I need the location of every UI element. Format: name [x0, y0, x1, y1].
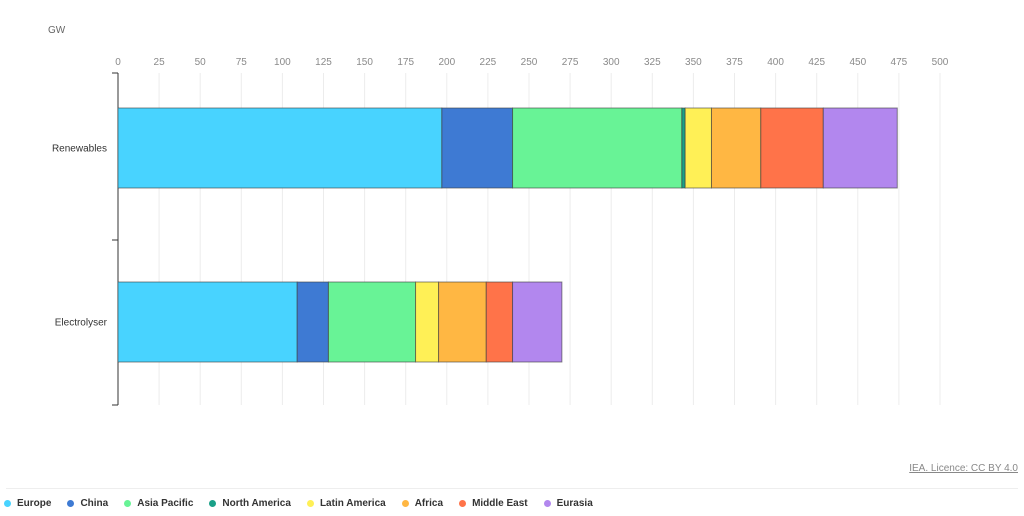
x-tick-label: 150 [356, 57, 373, 68]
legend-item-latin-america[interactable]: Latin America [306, 498, 386, 509]
bar-segment-africa [438, 281, 487, 363]
legend-item-asia-pacific[interactable]: Asia Pacific [124, 498, 193, 509]
legend-label: Europe [17, 498, 52, 509]
legend-label: Africa [414, 498, 444, 509]
licence-link[interactable]: IEA. Licence: CC BY 4.0 [909, 463, 1018, 474]
bar-segment-middle-east [760, 107, 824, 189]
bar-segment-latin-america [684, 107, 712, 189]
x-tick-label: 225 [480, 57, 497, 68]
legend-label: Middle East [472, 498, 528, 509]
legend-dot-icon [459, 500, 467, 507]
unit-label: GW [48, 25, 66, 36]
bar-segment-europe [117, 107, 443, 189]
category-label: Renewables [52, 144, 107, 155]
legend-item-china[interactable]: China [67, 498, 108, 509]
x-tick-label: 75 [236, 57, 248, 68]
bar-segment-middle-east [485, 281, 514, 363]
bar-segment-eurasia [822, 107, 898, 189]
x-tick-label: 500 [932, 57, 949, 68]
x-tick-label: 0 [115, 57, 121, 68]
x-tick-label: 25 [154, 57, 166, 68]
legend-dot-icon [124, 500, 132, 507]
legend-divider [6, 488, 1018, 489]
x-tick-label: 175 [397, 57, 414, 68]
legend-item-north-america[interactable]: North America [209, 498, 291, 509]
legend-label: Asia Pacific [137, 498, 194, 509]
x-tick-label: 200 [438, 57, 455, 68]
legend-item-europe[interactable]: Europe [4, 498, 51, 509]
legend-label: North America [222, 498, 291, 509]
x-tick-label: 375 [726, 57, 743, 68]
x-tick-label: 125 [315, 57, 332, 68]
legend-item-middle-east[interactable]: Middle East [459, 498, 528, 509]
bar-segment-latin-america [415, 281, 440, 363]
legend-label: Latin America [319, 498, 386, 509]
bar-segment-china [441, 107, 514, 189]
chart-plot: GW 0 25 50 75 100 125 150 175 200 225 250 275 300 325 3… [48, 25, 949, 406]
bar-segment-eurasia [512, 281, 563, 363]
bar-segment-china [296, 281, 329, 363]
x-tick-label: 350 [685, 57, 702, 68]
legend: Europe China Asia Pacific North America Lati… [4, 498, 609, 509]
x-tick-label: 475 [891, 57, 908, 68]
legend-item-africa[interactable]: Africa [401, 498, 444, 509]
bar-segment-europe [117, 281, 298, 363]
legend-dot-icon [543, 500, 551, 507]
bar-segment-africa [710, 107, 762, 189]
category-label: Electrolyser [55, 318, 108, 329]
legend-item-eurasia[interactable]: Eurasia [543, 498, 593, 509]
x-tick-label: 250 [521, 57, 538, 68]
legend-label: Eurasia [556, 498, 593, 509]
legend-dot-icon [306, 500, 314, 507]
bar-segment-asia-pacific [512, 107, 683, 189]
legend-dot-icon [209, 500, 217, 507]
x-tick-label: 325 [644, 57, 661, 68]
x-tick-label: 425 [808, 57, 825, 68]
x-tick-label: 400 [767, 57, 784, 68]
x-tick-label: 450 [849, 57, 866, 68]
legend-dot-icon [67, 500, 75, 507]
legend-label: China [80, 498, 109, 509]
legend-dot-icon [4, 500, 11, 507]
x-tick-label: 100 [274, 57, 291, 68]
legend-dot-icon [401, 500, 409, 507]
bar-segment-asia-pacific [327, 281, 417, 363]
x-tick-label: 50 [195, 57, 207, 68]
x-tick-label: 300 [603, 57, 620, 68]
x-tick-label: 275 [562, 57, 579, 68]
